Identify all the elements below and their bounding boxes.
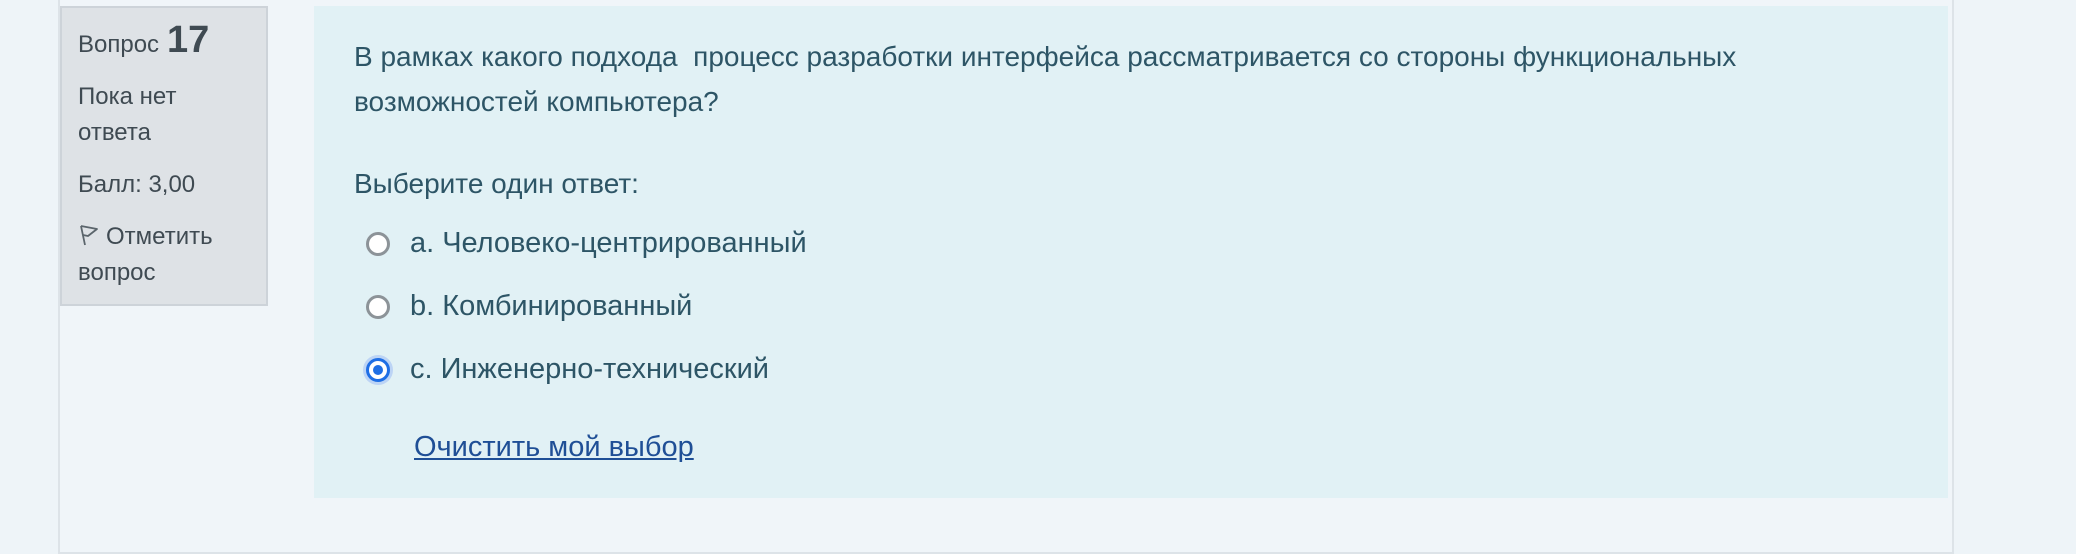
answer-letter-c: c. — [410, 353, 433, 385]
answer-letter-a: a. — [410, 227, 435, 259]
quiz-page: Вопрос 17 Пока нет ответа Балл: 3,00 Отм… — [0, 0, 2076, 554]
question-text: В рамках какого подхода процесс разработ… — [354, 41, 1745, 117]
answer-label-c[interactable]: c. Инженерно-технический — [410, 353, 769, 386]
answer-text-b: Комбинированный — [442, 290, 693, 322]
question-content: В рамках какого подхода процесс разработ… — [314, 6, 1948, 498]
answer-letter-b: b. — [410, 290, 435, 322]
answer-radio-b[interactable] — [366, 294, 390, 319]
answer-list: a. Человеко-центрированный b. Комбинирован… — [354, 212, 1908, 401]
answer-radio-c[interactable] — [366, 357, 390, 382]
answer-option-a[interactable]: a. Человеко-центрированный — [354, 212, 1908, 275]
question-number: 17 — [167, 19, 210, 61]
question-info-panel: Вопрос 17 Пока нет ответа Балл: 3,00 Отм… — [60, 6, 268, 306]
answer-label-b[interactable]: b. Комбинированный — [410, 290, 692, 323]
flag-icon — [78, 222, 100, 246]
question-label: Вопрос — [78, 31, 160, 58]
answer-label-a[interactable]: a. Человеко-центрированный — [410, 227, 807, 260]
answer-text-a: Человеко-центрированный — [442, 227, 807, 259]
answer-text-c: Инженерно-технический — [440, 353, 770, 385]
answer-prompt: Выберите один ответ: — [354, 168, 639, 199]
flag-question-button[interactable]: Отметить вопрос — [78, 219, 250, 291]
answer-radio-a[interactable] — [366, 231, 390, 256]
answer-option-c[interactable]: c. Инженерно-технический — [354, 338, 1908, 401]
question-state: Пока нет ответа — [78, 83, 177, 146]
question-grade: Балл: 3,00 — [78, 171, 196, 198]
question-number-row: Вопрос 17 — [78, 19, 250, 63]
clear-choice-link[interactable]: Очистить мой выбор — [414, 431, 694, 464]
answer-option-b[interactable]: b. Комбинированный — [354, 275, 1908, 338]
